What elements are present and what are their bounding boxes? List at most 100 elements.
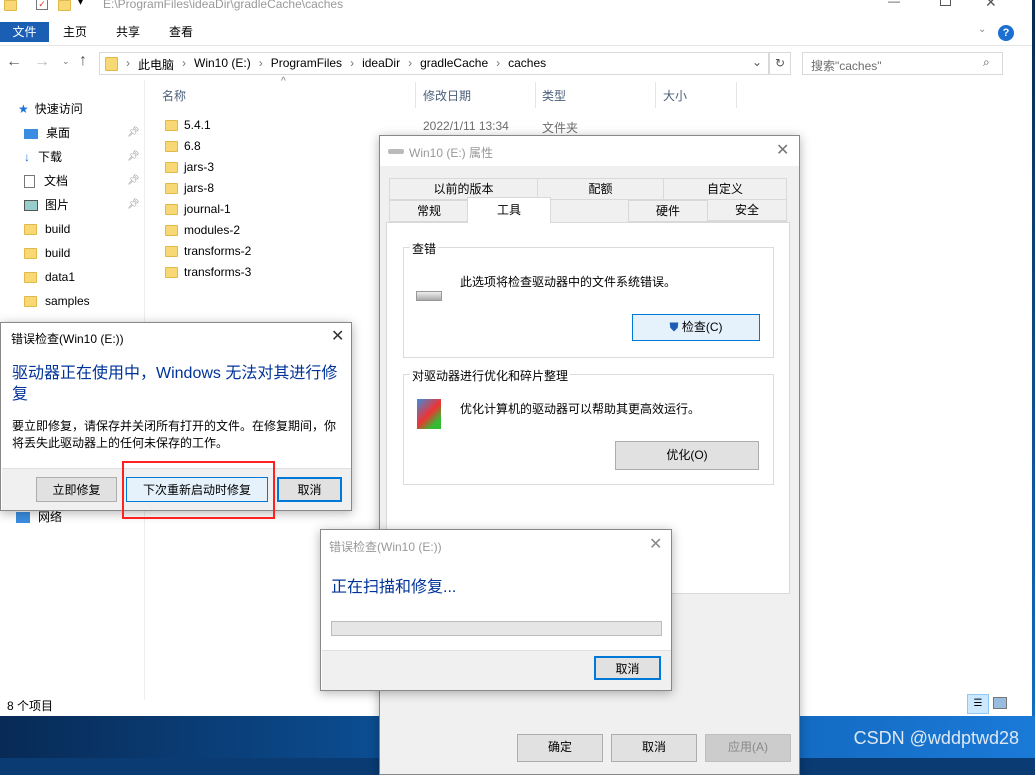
- nav-label: 图片: [45, 198, 70, 212]
- pin-icon: 📌︎: [127, 151, 140, 162]
- breadcrumb-item[interactable]: caches: [508, 56, 546, 73]
- cancel-button[interactable]: 取消: [277, 477, 342, 502]
- repair-now-button[interactable]: 立即修复: [36, 477, 117, 502]
- folder-icon: [165, 141, 178, 153]
- close-icon[interactable]: ✕: [776, 140, 789, 160]
- tab-security[interactable]: 安全: [707, 199, 787, 221]
- nav-label: 下载: [38, 150, 63, 164]
- close-icon[interactable]: ✕: [331, 326, 344, 346]
- large-icons-view-icon[interactable]: [993, 697, 1007, 709]
- minimize-button[interactable]: —: [888, 0, 900, 8]
- search-placeholder: 搜索"caches": [811, 59, 882, 73]
- cancel-button[interactable]: 取消: [594, 656, 661, 680]
- dialog-title: 错误检查(Win10 (E:)): [11, 332, 124, 346]
- ribbon-tab-share[interactable]: 共享: [106, 22, 150, 42]
- drive-icon: [388, 149, 404, 154]
- download-icon: ↓: [24, 150, 30, 164]
- nav-pictures[interactable]: 图片: [24, 195, 69, 215]
- file-name: transforms-3: [184, 265, 252, 279]
- refresh-button[interactable]: ↻: [769, 52, 791, 75]
- help-icon[interactable]: ?: [998, 25, 1014, 41]
- breadcrumb-item[interactable]: gradleCache: [420, 56, 488, 73]
- expand-ribbon-icon[interactable]: ⌄: [978, 24, 986, 35]
- status-item-count: 8 个项目: [7, 699, 54, 713]
- desktop-icon: [24, 128, 38, 139]
- folder-icon: [4, 0, 17, 11]
- file-name: journal-1: [184, 202, 231, 216]
- file-row[interactable]: modules-2: [165, 220, 240, 240]
- nav-label: data1: [45, 270, 76, 284]
- back-icon[interactable]: ←: [6, 53, 22, 71]
- close-button[interactable]: ✕: [985, 0, 997, 11]
- nav-folder-build[interactable]: build: [24, 243, 70, 263]
- breadcrumb-item[interactable]: ideaDir: [362, 56, 400, 73]
- sort-ascending-icon: ^: [281, 76, 286, 87]
- file-row[interactable]: transforms-2: [165, 241, 251, 261]
- folder-icon: [105, 57, 118, 71]
- folder-icon: [165, 204, 178, 216]
- close-icon[interactable]: ✕: [649, 534, 662, 554]
- folder-icon: [165, 162, 178, 174]
- file-row[interactable]: jars-3: [165, 157, 214, 177]
- breadcrumb-item[interactable]: ProgramFiles: [271, 56, 342, 73]
- folder-icon: [24, 224, 37, 236]
- address-dropdown-icon[interactable]: ⌄: [752, 55, 762, 69]
- nav-folder-data1[interactable]: data1: [24, 267, 75, 287]
- address-bar[interactable]: › 此电脑 › Win10 (E:) › ProgramFiles › ideaDir …: [99, 52, 769, 75]
- file-name: 6.8: [184, 139, 201, 153]
- file-row[interactable]: jars-8: [165, 178, 214, 198]
- column-header-name[interactable]: 名称: [162, 86, 186, 106]
- nav-documents[interactable]: 文档: [24, 171, 68, 191]
- search-icon: ⌕: [983, 55, 990, 69]
- maximize-button[interactable]: [940, 0, 951, 6]
- star-icon: ★: [18, 102, 29, 116]
- tab-customize[interactable]: 自定义: [663, 178, 787, 200]
- properties-icon[interactable]: ✓: [36, 0, 48, 10]
- nav-desktop[interactable]: 桌面: [24, 123, 70, 143]
- file-row[interactable]: transforms-3: [165, 262, 251, 282]
- ribbon-tab-file[interactable]: 文件: [0, 22, 49, 42]
- nav-label: 网络: [38, 510, 63, 524]
- shield-icon: ⛊: [669, 320, 679, 334]
- column-header-size[interactable]: 大小: [663, 86, 687, 106]
- file-date: 2022/1/11 13:34: [423, 119, 509, 133]
- ribbon-tab-view[interactable]: 查看: [159, 22, 203, 42]
- progress-bar: [331, 621, 662, 636]
- details-view-icon[interactable]: ☰: [967, 694, 989, 714]
- forward-icon[interactable]: →: [34, 53, 50, 71]
- recent-locations-icon[interactable]: ⌄: [62, 56, 70, 67]
- breadcrumb-item[interactable]: 此电脑: [138, 56, 174, 73]
- tab-hardware[interactable]: 硬件: [628, 200, 708, 222]
- ribbon-tab-home[interactable]: 主页: [53, 22, 97, 42]
- nav-downloads[interactable]: ↓ 下载: [24, 147, 62, 167]
- check-button[interactable]: ⛊ 检查(C): [632, 314, 760, 341]
- dialog-title: 错误检查(Win10 (E:)): [329, 540, 442, 554]
- column-header-date[interactable]: 修改日期: [423, 86, 471, 106]
- document-icon: [24, 175, 35, 189]
- nav-label: build: [45, 246, 71, 260]
- file-row[interactable]: 6.8: [165, 136, 201, 156]
- tab-tools[interactable]: 工具: [467, 197, 551, 223]
- nav-folder-samples[interactable]: samples: [24, 291, 90, 311]
- dialog-message: 要立即修复，请保存并关闭所有打开的文件。在修复期间，你将丢失此驱动器上的任何未保…: [12, 419, 337, 450]
- nav-label: samples: [45, 294, 90, 308]
- tab-general[interactable]: 常规: [389, 200, 469, 222]
- file-name: 5.4.1: [184, 118, 211, 132]
- folder-icon: [165, 120, 178, 132]
- title-bar: Win10 (E:) 属性 ✕: [380, 136, 799, 166]
- column-header-type[interactable]: 类型: [542, 86, 566, 106]
- up-icon[interactable]: ↑: [79, 52, 87, 70]
- customize-quick-access-icon[interactable]: ▾: [78, 0, 83, 8]
- file-row[interactable]: 5.4.1: [165, 115, 211, 135]
- folder-icon: [165, 183, 178, 195]
- optimize-button[interactable]: 优化(O): [615, 441, 759, 470]
- search-input[interactable]: 搜索"caches" ⌕: [802, 52, 1003, 75]
- nav-quick-access[interactable]: ★ 快速访问: [18, 99, 83, 119]
- pin-icon: 📌︎: [127, 127, 140, 138]
- breadcrumb-item[interactable]: Win10 (E:): [194, 56, 251, 73]
- pin-icon: 📌︎: [127, 199, 140, 210]
- nav-folder-build[interactable]: build: [24, 219, 70, 239]
- new-folder-icon[interactable]: [58, 0, 71, 11]
- tab-quota[interactable]: 配额: [537, 178, 664, 200]
- file-row[interactable]: journal-1: [165, 199, 231, 219]
